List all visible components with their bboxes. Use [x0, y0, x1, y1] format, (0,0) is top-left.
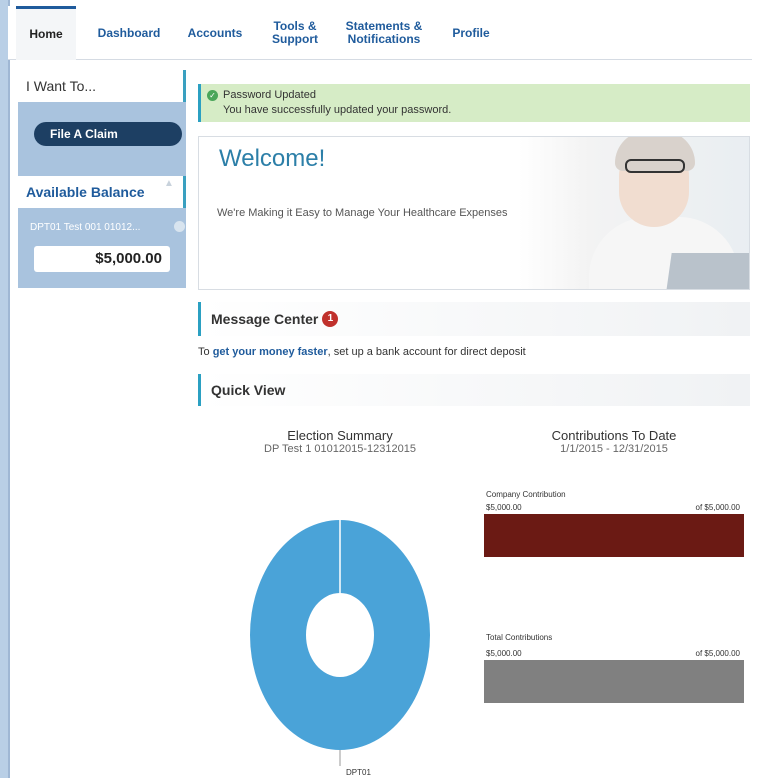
welcome-banner: Welcome! We're Making it Easy to Manage … [198, 136, 750, 290]
nav-accounts-label: Accounts [187, 25, 243, 40]
available-balance-label: Available Balance [26, 184, 145, 200]
message-prefix: To [198, 346, 213, 358]
password-updated-alert: ✓ Password Updated You have successfully… [198, 84, 750, 122]
nav-home-label: Home [29, 27, 63, 41]
balance-amount: $5,000.00 [34, 246, 170, 272]
contributions-subtitle: 1/1/2015 - 12/31/2015 [560, 443, 668, 455]
company-contribution-bar[interactable] [484, 514, 744, 557]
message-center-heading: Message Center 1 [198, 302, 750, 336]
total-contributions-bar[interactable] [484, 660, 744, 703]
welcome-photo [519, 137, 749, 289]
photo-laptop [666, 253, 749, 289]
i-want-to-heading: I Want To... [18, 70, 186, 102]
nav-accounts[interactable]: Accounts [180, 6, 250, 60]
total-contributions-label: Total Contributions [486, 633, 553, 642]
message-text: To get your money faster, set up a bank … [198, 346, 526, 358]
donut-hole [306, 593, 374, 677]
alert-message: You have successfully updated your passw… [223, 104, 452, 116]
message-suffix: , set up a bank account for direct depos… [327, 346, 526, 358]
message-center-title: Message Center [211, 311, 319, 327]
welcome-title: Welcome! [219, 145, 326, 172]
nav-dashboard[interactable]: Dashboard [90, 6, 168, 60]
info-icon[interactable] [174, 221, 185, 232]
top-navigation: Home Dashboard Accounts Tools & Support … [8, 6, 752, 60]
bar-fill [484, 660, 744, 703]
nav-statements-notifications[interactable]: Statements & Notifications [338, 6, 430, 60]
election-donut-chart [250, 520, 430, 766]
notification-badge[interactable]: 1 [322, 311, 339, 327]
nav-tools-support[interactable]: Tools & Support [262, 6, 328, 60]
collapse-icon[interactable]: ▲ [164, 178, 174, 189]
total-contributions-limit: of $5,000.00 [695, 649, 740, 658]
bar-fill [484, 514, 744, 557]
account-name[interactable]: DPT01 Test 001 01012... [30, 222, 170, 233]
photo-glasses [625, 159, 685, 173]
get-money-faster-link[interactable]: get your money faster [213, 346, 328, 358]
nav-dashboard-label: Dashboard [97, 25, 161, 40]
file-a-claim-button[interactable]: File A Claim [34, 122, 182, 146]
company-contribution-amount: $5,000.00 [486, 503, 522, 512]
election-summary-title: Election Summary [287, 428, 393, 443]
nav-statements-label: Statements & Notifications [345, 19, 423, 46]
alert-title: Password Updated [223, 89, 316, 101]
welcome-subtitle: We're Making it Easy to Manage Your Heal… [217, 207, 508, 219]
company-contribution-label: Company Contribution [486, 490, 566, 499]
quick-view-heading: Quick View [198, 374, 750, 406]
nav-profile-label: Profile [452, 25, 490, 40]
sidebar: I Want To... File A Claim Available Bala… [18, 70, 186, 288]
election-summary-subtitle: DP Test 1 01012015-12312015 [264, 443, 416, 455]
nav-home[interactable]: Home [16, 6, 76, 60]
available-balance-heading: Available Balance [18, 176, 186, 208]
quick-view-title: Quick View [211, 382, 286, 398]
nav-profile[interactable]: Profile [444, 6, 498, 60]
contributions-title: Contributions To Date [551, 428, 677, 443]
nav-tools-support-label: Tools & Support [272, 19, 318, 46]
company-contribution-limit: of $5,000.00 [695, 503, 740, 512]
donut-slice-label: DPT01 [346, 768, 371, 777]
total-contributions-amount: $5,000.00 [486, 649, 522, 658]
check-icon: ✓ [207, 90, 218, 101]
